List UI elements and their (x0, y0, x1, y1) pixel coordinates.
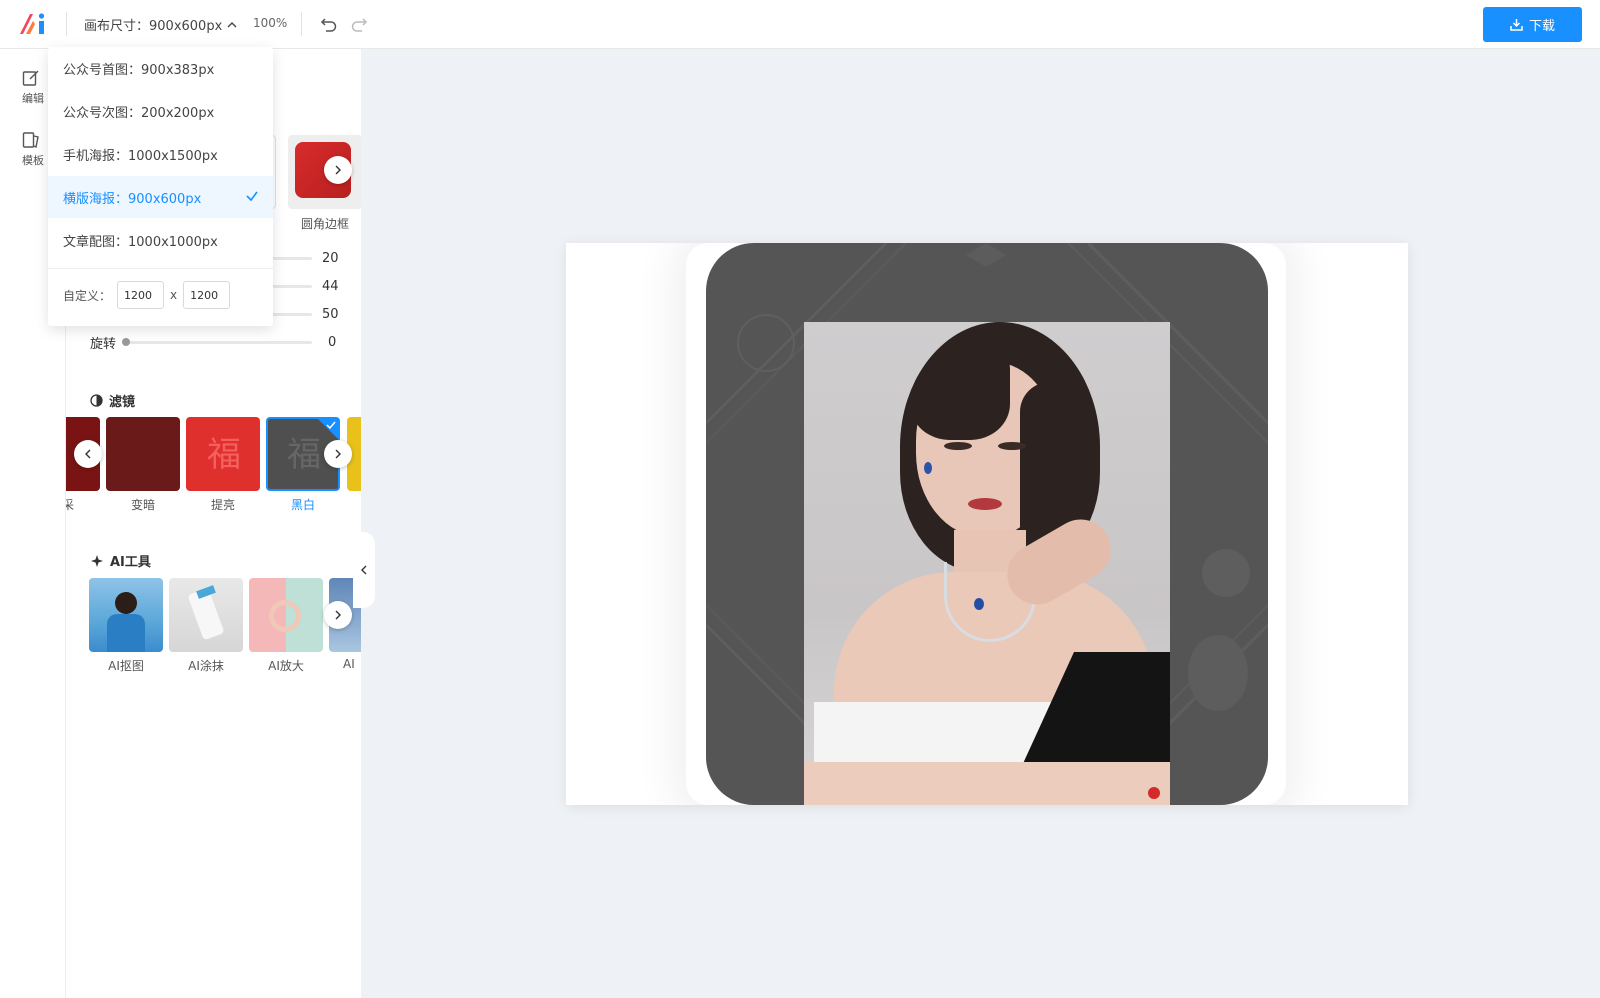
ai-tools-title-text: AI工具 (110, 555, 151, 570)
contrast-icon (90, 394, 103, 407)
filter-thumb[interactable] (106, 417, 180, 491)
canvas-size-dropdown: 公众号首图：900x383px 公众号次图：200x200px 手机海报：100… (48, 47, 273, 326)
download-label: 下载 (1528, 19, 1555, 34)
rail-item-label: 模板 (22, 154, 44, 167)
selected-check-icon (318, 419, 338, 439)
rotate-label: 旋转 (90, 336, 117, 352)
redo-icon (351, 18, 368, 32)
undo-button[interactable] (318, 13, 340, 35)
check-icon (246, 191, 258, 202)
chevron-left-icon (85, 449, 91, 459)
redo-button[interactable] (348, 13, 370, 35)
filters-title-text: 滤镜 (109, 395, 136, 410)
ai-tool-label: AI放大 (268, 659, 304, 673)
canvas-size-selector[interactable]: 画布尺寸：900x600px (84, 15, 238, 34)
filter-label: 变暗 (130, 498, 155, 512)
frame-label: 圆角边框 (300, 217, 349, 231)
top-toolbar: 画布尺寸：900x600px 100% 下载 (0, 0, 1600, 49)
chevron-right-icon (335, 165, 341, 175)
custom-size-row: 自定义： x (63, 281, 231, 309)
rail-item-label: 编辑 (22, 92, 44, 105)
zoom-level[interactable]: 100% (253, 16, 287, 30)
filter-label: 采 (66, 498, 74, 512)
design-canvas[interactable] (566, 243, 1408, 805)
header-divider (66, 12, 67, 36)
size-option[interactable]: 文章配图：1000x1000px (48, 219, 273, 261)
template-icon (22, 132, 39, 148)
prev-arrow-button[interactable] (74, 440, 102, 468)
header-divider (301, 12, 302, 36)
ai-tool-thumb-erase[interactable] (169, 578, 243, 652)
ai-tool-thumb-cutout[interactable] (89, 578, 163, 652)
filter-label: 提亮 (210, 498, 235, 512)
app-logo (20, 13, 45, 34)
rounded-frame[interactable] (706, 243, 1268, 805)
slider-value: 20 (322, 250, 339, 266)
panel-collapse-button[interactable] (353, 532, 375, 608)
size-option[interactable]: 公众号首图：900x383px (48, 47, 273, 89)
filters-title: 滤镜 (90, 391, 135, 410)
chevron-right-icon (335, 610, 341, 620)
ai-tools-title: AI工具 (90, 551, 151, 570)
ai-tool-label: AI涂抹 (188, 659, 224, 673)
custom-size-label: 自定义： (63, 288, 112, 303)
chevron-up-icon (227, 21, 237, 27)
size-option[interactable]: 公众号次图：200x200px (48, 90, 273, 132)
filter-thumb[interactable]: 福 (186, 417, 260, 491)
custom-width-input[interactable] (117, 281, 165, 309)
slider-value: 44 (322, 278, 339, 294)
filter-label: 黑白 (290, 498, 315, 512)
ai-tool-label: AI (343, 657, 355, 671)
next-arrow-button[interactable] (324, 440, 352, 468)
slider-value: 0 (328, 334, 337, 350)
download-button[interactable]: 下载 (1483, 7, 1582, 42)
size-option-selected[interactable]: 横版海报：900x600px (48, 176, 273, 218)
custom-size-x: x (170, 288, 178, 302)
rotate-slider-row[interactable]: 旋转 0 (90, 332, 340, 352)
sparkle-icon (91, 554, 103, 567)
dropdown-divider (48, 268, 273, 269)
watermark-seal-icon (1148, 787, 1160, 799)
download-icon (1510, 19, 1523, 31)
size-option[interactable]: 手机海报：1000x1500px (48, 133, 273, 175)
chevron-right-icon (335, 449, 341, 459)
canvas-size-label: 画布尺寸：900x600px (84, 19, 223, 34)
portrait-photo[interactable] (804, 322, 1170, 805)
size-option-label: 横版海报：900x600px (63, 191, 202, 207)
ai-tool-thumb-upscale[interactable] (249, 578, 323, 652)
next-arrow-button[interactable] (324, 601, 352, 629)
edit-icon (22, 70, 39, 86)
next-arrow-button[interactable] (324, 156, 352, 184)
custom-height-input[interactable] (183, 281, 231, 309)
chevron-left-icon (361, 565, 367, 575)
undo-icon (320, 18, 337, 32)
ai-tool-label: AI抠图 (108, 659, 144, 673)
slider-value: 50 (322, 306, 339, 322)
